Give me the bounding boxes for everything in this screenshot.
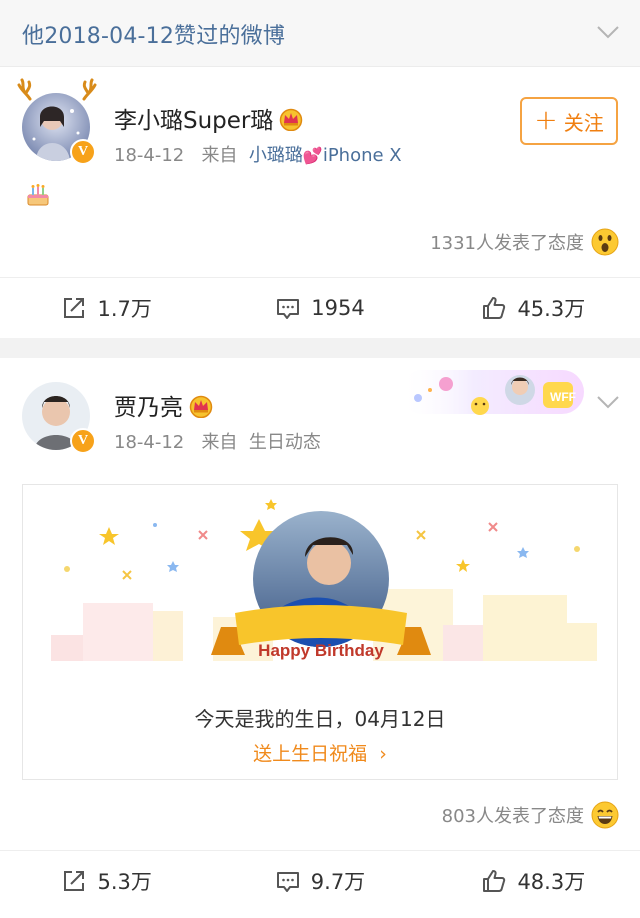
crown-icon — [280, 108, 303, 131]
like-button[interactable]: 48.3万 — [427, 851, 640, 910]
send-wishes-link[interactable]: 送上生日祝福 › — [23, 739, 617, 766]
crown-icon — [189, 395, 213, 418]
birthday-banner-text: Happy Birthday — [258, 641, 384, 660]
source-name[interactable]: 小璐璐 — [249, 145, 303, 166]
post-meta: 18-4-12 来自 小璐璐💕iPhone X — [114, 141, 402, 167]
reactions-count: 1331人发表了态度 — [430, 233, 584, 254]
cake-icon — [27, 184, 49, 206]
comment-count: 1954 — [311, 295, 365, 320]
like-button[interactable]: 45.3万 — [427, 278, 640, 337]
comment-icon — [277, 298, 300, 319]
repost-count: 1.7万 — [97, 296, 152, 321]
reactions-count: 803人发表了态度 — [441, 806, 584, 827]
avatar[interactable]: V — [17, 78, 97, 165]
source-prefix: 来自 — [201, 432, 238, 453]
like-icon — [483, 296, 506, 319]
grin-emoji-icon — [591, 801, 619, 829]
chevron-down-icon[interactable] — [594, 18, 622, 46]
post-date: 18-4-12 — [114, 432, 185, 453]
post-card: WFF V 贾乃亮 18-4-12 来自 生日动态 Happy Birthday… — [0, 358, 640, 918]
post-actions: 5.3万 9.7万 48.3万 — [0, 850, 640, 910]
liked-posts-header: 他2018-04-12赞过的微博 — [0, 0, 640, 66]
username-row: 贾乃亮 — [114, 388, 215, 422]
post-actions: 1.7万 1954 45.3万 — [0, 277, 640, 337]
like-icon — [483, 869, 506, 892]
comment-icon — [276, 871, 299, 892]
page-title: 他2018-04-12赞过的微博 — [22, 24, 286, 49]
source-prefix: 来自 — [201, 145, 238, 166]
card-separator — [0, 338, 640, 358]
post-card: V 李小璐Super璐 18-4-12 来自 小璐璐💕iPhone X + 关注… — [0, 66, 640, 338]
chevron-right-icon: › — [373, 743, 387, 765]
heart-icon: 💕 — [302, 146, 323, 165]
antler-decoration-icon — [17, 78, 32, 101]
avatar[interactable]: V — [22, 382, 96, 454]
surprised-emoji-icon — [591, 228, 619, 256]
birthday-illustration — [51, 499, 597, 661]
chevron-down-icon[interactable] — [594, 388, 622, 416]
post-date: 18-4-12 — [114, 145, 185, 166]
comment-count: 9.7万 — [310, 869, 366, 894]
repost-button[interactable]: 1.7万 — [0, 278, 213, 337]
repost-button[interactable]: 5.3万 — [0, 851, 213, 910]
repost-icon — [64, 870, 85, 891]
source-name[interactable]: 生日动态 — [249, 432, 321, 453]
username-row: 李小璐Super璐 — [114, 101, 305, 135]
promo-badge-label: WFF — [550, 390, 576, 404]
username[interactable]: 李小璐Super璐 — [114, 108, 273, 134]
reactions-summary[interactable]: 803人发表了态度 — [442, 800, 620, 830]
username[interactable]: 贾乃亮 — [114, 395, 183, 421]
follow-button[interactable]: + 关注 — [520, 97, 618, 145]
reactions-summary[interactable]: 1331人发表了态度 — [430, 227, 620, 257]
send-wishes-label: 送上生日祝福 — [253, 743, 368, 765]
source-device[interactable]: iPhone X — [323, 145, 402, 166]
plus-icon: + — [534, 102, 558, 136]
follow-label: 关注 — [563, 110, 604, 135]
repost-icon — [64, 297, 85, 318]
antler-decoration-icon — [82, 78, 97, 101]
comment-button[interactable]: 1954 — [213, 278, 426, 337]
like-count: 45.3万 — [517, 296, 586, 321]
post-meta: 18-4-12 来自 生日动态 — [114, 428, 321, 454]
comment-button[interactable]: 9.7万 — [213, 851, 426, 910]
repost-count: 5.3万 — [97, 869, 152, 894]
birthday-card[interactable]: Happy Birthday 今天是我的生日，04月12日 送上生日祝福 › — [22, 484, 618, 780]
like-count: 48.3万 — [517, 869, 586, 894]
verified-icon: V — [70, 139, 96, 165]
birthday-message: 今天是我的生日，04月12日 — [194, 707, 446, 731]
verified-icon: V — [70, 428, 96, 454]
